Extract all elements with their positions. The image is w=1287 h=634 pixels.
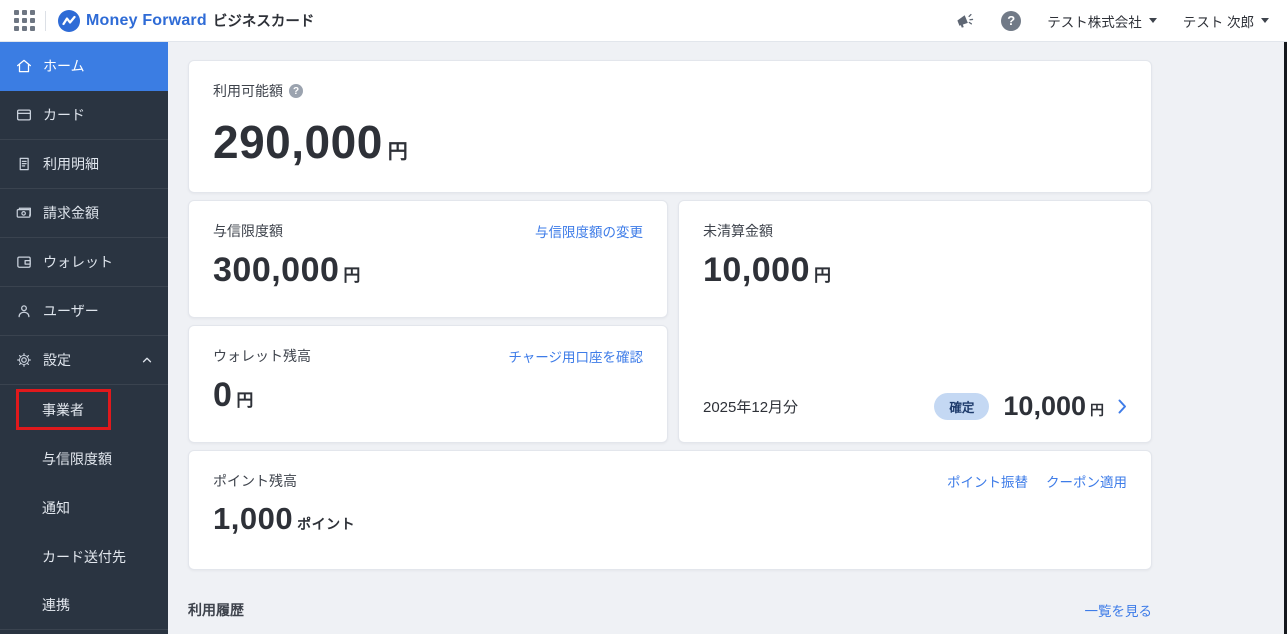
- available-amount-value: 290,000 円: [213, 116, 409, 168]
- company-selector[interactable]: テスト株式会社: [1047, 11, 1157, 31]
- company-name: テスト株式会社: [1047, 14, 1142, 30]
- announcements-button[interactable]: [954, 11, 975, 31]
- chevron-down-icon: [1148, 18, 1157, 23]
- sidebar-item-billing[interactable]: 請求金額: [0, 189, 168, 238]
- chevron-down-icon: [1261, 18, 1269, 23]
- sidebar-item-wallet[interactable]: ウォレット: [0, 238, 168, 287]
- sidebar-item-label: 請求金額: [43, 205, 99, 221]
- sidebar-item-label: ユーザー: [43, 303, 99, 319]
- available-amount-card: 利用可能額 ? 290,000 円: [188, 60, 1152, 193]
- sidebar: ホーム カード 利用明細 請求金額 ウォレット ユーザー 設定 事業者 与信限度…: [0, 42, 168, 634]
- sidebar-subitem-label: 連携: [42, 597, 70, 613]
- sidebar-item-statements[interactable]: 利用明細: [0, 140, 168, 189]
- unsettled-amount-value: 10,000 円: [703, 251, 832, 289]
- sidebar-item-home[interactable]: ホーム: [0, 42, 168, 91]
- gear-icon: [17, 353, 31, 367]
- period-amount-value: 10,000 円: [1003, 391, 1104, 421]
- sidebar-item-label: カード: [43, 107, 85, 123]
- sidebar-item-cards[interactable]: カード: [0, 91, 168, 140]
- check-charge-account-link[interactable]: チャージ用口座を確認: [508, 346, 643, 366]
- card-icon: [16, 109, 32, 121]
- currency-unit: 円: [1090, 402, 1104, 418]
- user-selector[interactable]: テスト 次郎: [1183, 11, 1269, 31]
- unsettled-period-row[interactable]: 2025年12月分 確定 10,000 円: [703, 391, 1127, 422]
- brand-name: Money Forward: [86, 11, 207, 29]
- wallet-icon: [17, 256, 31, 268]
- help-button[interactable]: ?: [1001, 10, 1022, 31]
- wallet-balance-card: ウォレット残高 チャージ用口座を確認 0円: [188, 325, 668, 443]
- billing-icon: [16, 207, 31, 218]
- sidebar-subitem-notifications[interactable]: 通知: [0, 483, 168, 532]
- status-badge: 確定: [934, 393, 990, 420]
- unsettled-amount-card: 未清算金額 10,000 円 2025年12月分 確定 10,000 円: [678, 200, 1152, 443]
- transfer-points-link[interactable]: ポイント振替: [947, 471, 1028, 491]
- sidebar-subitem-label: 与信限度額: [42, 450, 112, 467]
- product-name: ビジネスカード: [212, 14, 315, 30]
- sidebar-subitem-card-shipping[interactable]: カード送付先: [0, 532, 168, 581]
- view-all-link[interactable]: 一覧を見る: [1085, 600, 1153, 620]
- app-grid-icon[interactable]: [14, 10, 35, 31]
- sidebar-item-settings[interactable]: 設定: [0, 336, 168, 385]
- sidebar-item-label: ホーム: [43, 58, 85, 74]
- sidebar-subitem-label: 通知: [42, 499, 70, 516]
- sidebar-subitem-credit-limit[interactable]: 与信限度額: [0, 434, 168, 483]
- money-forward-logo-icon: [58, 9, 80, 32]
- currency-unit: 円: [387, 141, 409, 163]
- usage-history-header: 利用履歴 一覧を見る: [188, 600, 1152, 620]
- main-content: 利用可能額 ? 290,000 円 与信限度額 与信限度額の変更 300,000 円: [168, 42, 1287, 634]
- apply-coupon-link[interactable]: クーポン適用: [1046, 471, 1127, 491]
- credit-limit-label: 与信限度額: [213, 223, 283, 239]
- billing-period: 2025年12月分: [703, 399, 799, 416]
- chevron-right-icon[interactable]: [1118, 399, 1127, 414]
- chevron-up-icon: [142, 357, 152, 363]
- points-balance-value: 1,000 ポイント: [213, 501, 356, 536]
- app-header: Money Forward ビジネスカード ? テスト株式会社 テスト 次郎: [0, 0, 1287, 42]
- sidebar-item-label: 設定: [43, 352, 71, 368]
- points-balance-label: ポイント残高: [213, 473, 297, 489]
- sidebar-subitem-label: カード送付先: [42, 548, 126, 565]
- megaphone-icon: [957, 13, 974, 28]
- change-credit-limit-link[interactable]: 与信限度額の変更: [535, 221, 643, 241]
- points-balance-card: ポイント残高 ポイント振替 クーポン適用 1,000 ポイント: [188, 450, 1152, 570]
- statement-icon: [19, 157, 29, 171]
- points-unit: ポイント: [297, 516, 356, 532]
- sidebar-subitem-business[interactable]: 事業者: [0, 385, 168, 434]
- header-divider: [45, 10, 46, 31]
- sidebar-subitem-label: 事業者: [42, 401, 84, 418]
- currency-unit: 円: [343, 266, 361, 285]
- unsettled-amount-label: 未清算金額: [703, 223, 773, 239]
- available-amount-label: 利用可能額: [213, 83, 283, 99]
- home-icon: [16, 59, 32, 73]
- user-icon: [18, 305, 30, 318]
- help-icon[interactable]: ?: [289, 84, 303, 98]
- usage-history-title: 利用履歴: [188, 602, 244, 618]
- sidebar-subitem-integrations[interactable]: 連携: [0, 581, 168, 630]
- user-name: テスト 次郎: [1182, 14, 1254, 30]
- wallet-balance-label: ウォレット残高: [213, 348, 311, 364]
- sidebar-item-label: 利用明細: [43, 156, 99, 172]
- currency-unit: 円: [236, 391, 254, 410]
- sidebar-item-label: ウォレット: [43, 254, 113, 270]
- credit-limit-card: 与信限度額 与信限度額の変更 300,000 円: [188, 200, 668, 318]
- currency-unit: 円: [814, 266, 832, 285]
- wallet-balance-value: 0円: [213, 376, 254, 414]
- help-icon: ?: [1001, 10, 1022, 31]
- credit-limit-value: 300,000 円: [213, 251, 361, 289]
- sidebar-item-users[interactable]: ユーザー: [0, 287, 168, 336]
